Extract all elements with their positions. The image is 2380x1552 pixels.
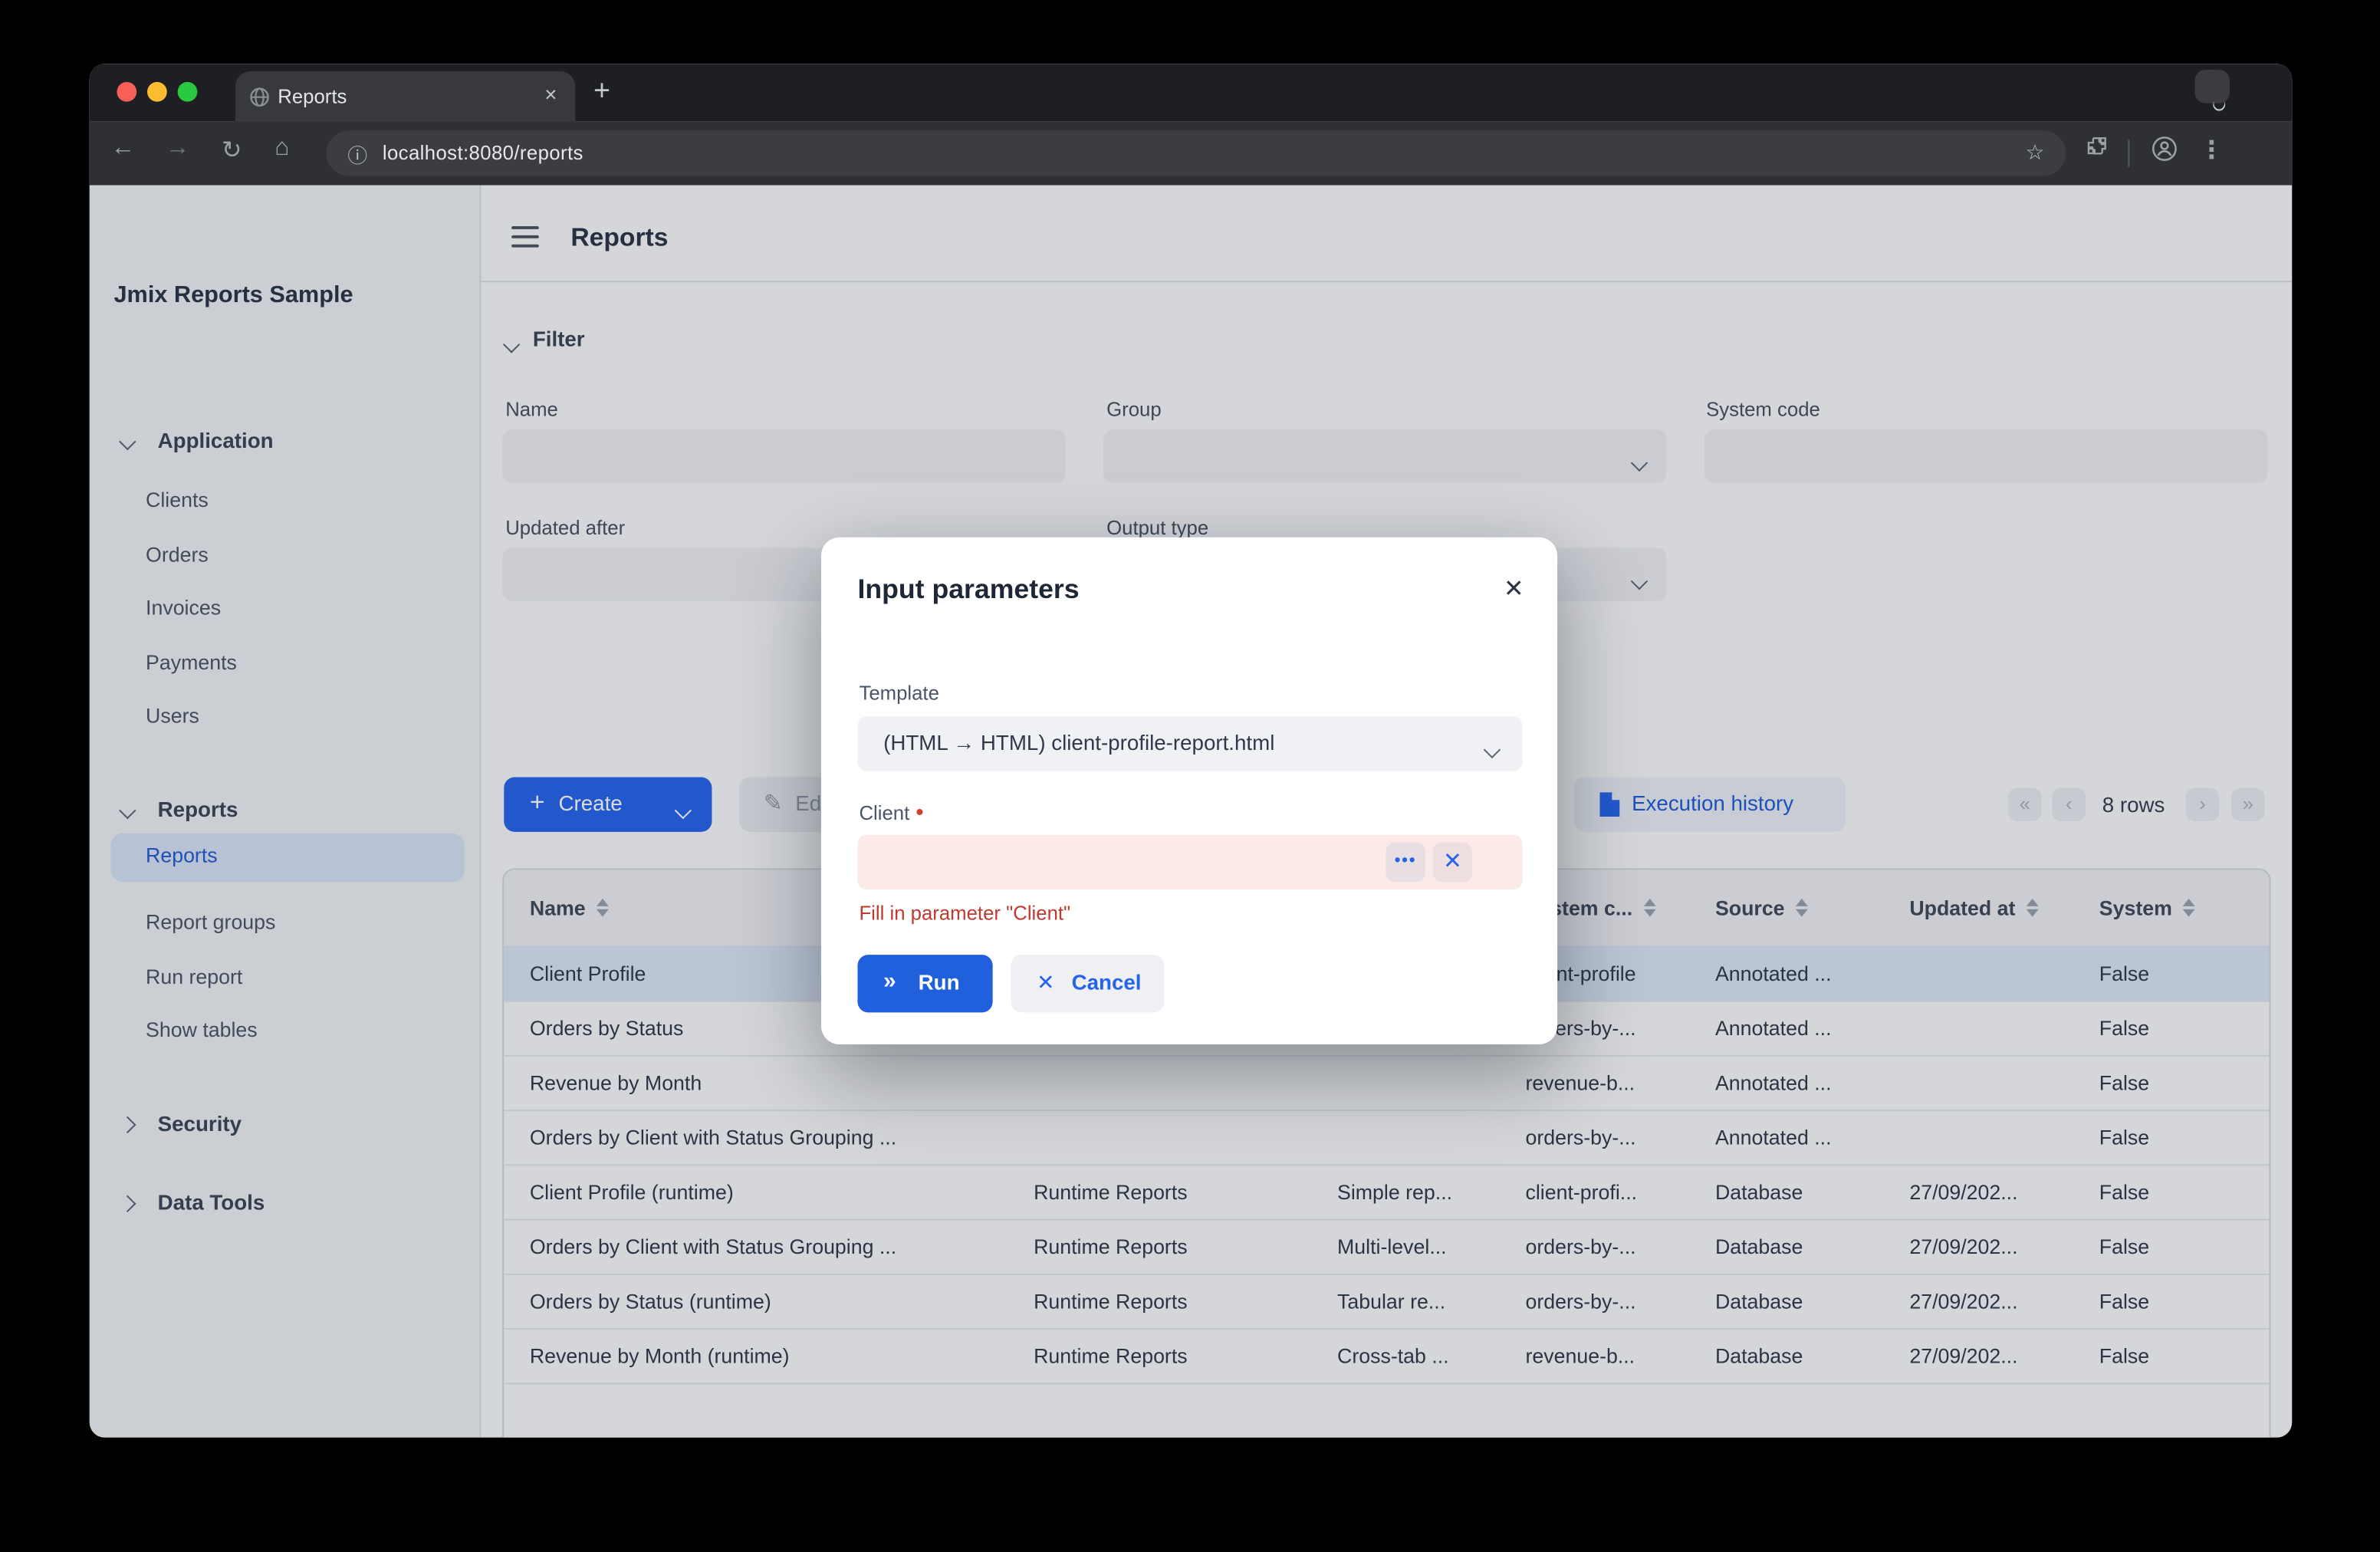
client-lookup-button[interactable]: ••• (1386, 843, 1425, 882)
input-parameters-dialog: Input parameters ✕ Template (HTML → HTML… (821, 538, 1557, 1044)
tab-search-button[interactable] (2195, 70, 2230, 104)
globe-favicon-icon (249, 87, 271, 108)
client-picker-field[interactable]: ••• ✕ (857, 835, 1522, 889)
chevron-down-icon (1484, 741, 1501, 758)
tab-strip: Reports × + (90, 64, 2292, 121)
browser-toolbar: ← → ↻ ⌂ ⓘ localhost:8080/reports ☆ ⋮ (90, 121, 2292, 185)
reload-icon[interactable]: ↻ (222, 135, 242, 166)
cancel-button[interactable]: ✕ Cancel (1011, 955, 1164, 1012)
screen: Reports × + ← → ↻ ⌂ ⓘ localhost:8080/rep… (0, 0, 2380, 1551)
forward-icon[interactable]: → (166, 135, 190, 163)
new-tab-button[interactable]: + (593, 76, 610, 110)
validation-error-text: Fill in parameter "Client" (859, 902, 1070, 925)
double-chevron-icon: » (883, 968, 896, 995)
extensions-puzzle-icon[interactable] (2086, 135, 2110, 167)
back-icon[interactable]: ← (111, 135, 136, 163)
dialog-close-icon[interactable]: ✕ (1504, 574, 1524, 604)
browser-tab[interactable]: Reports × (235, 71, 575, 121)
tab-title: Reports (278, 85, 347, 108)
client-clear-button[interactable]: ✕ (1433, 843, 1472, 882)
zoom-window-button[interactable] (178, 82, 198, 102)
dialog-title: Input parameters (857, 574, 1079, 606)
profile-icon[interactable] (2151, 135, 2178, 170)
required-dot: • (916, 800, 923, 826)
address-bar[interactable]: ⓘ localhost:8080/reports ☆ (327, 130, 2066, 176)
bookmark-star-icon[interactable]: ☆ (2026, 140, 2045, 166)
close-window-button[interactable] (117, 82, 136, 102)
template-select[interactable]: (HTML → HTML) client-profile-report.html (857, 716, 1522, 771)
minimize-window-button[interactable] (147, 82, 167, 102)
run-button[interactable]: » Run (857, 955, 992, 1012)
site-info-icon[interactable]: ⓘ (347, 140, 367, 169)
x-icon: ✕ (1037, 970, 1054, 996)
tab-close-icon[interactable]: × (544, 82, 557, 107)
home-icon[interactable]: ⌂ (274, 135, 289, 163)
client-label: Client• (859, 800, 923, 826)
browser-menu-icon[interactable]: ⋮ (2199, 135, 2224, 166)
url-text: localhost:8080/reports (383, 141, 583, 164)
toolbar-divider (2128, 140, 2129, 167)
template-label: Template (859, 682, 939, 705)
browser-window: Reports × + ← → ↻ ⌂ ⓘ localhost:8080/rep… (90, 64, 2292, 1438)
